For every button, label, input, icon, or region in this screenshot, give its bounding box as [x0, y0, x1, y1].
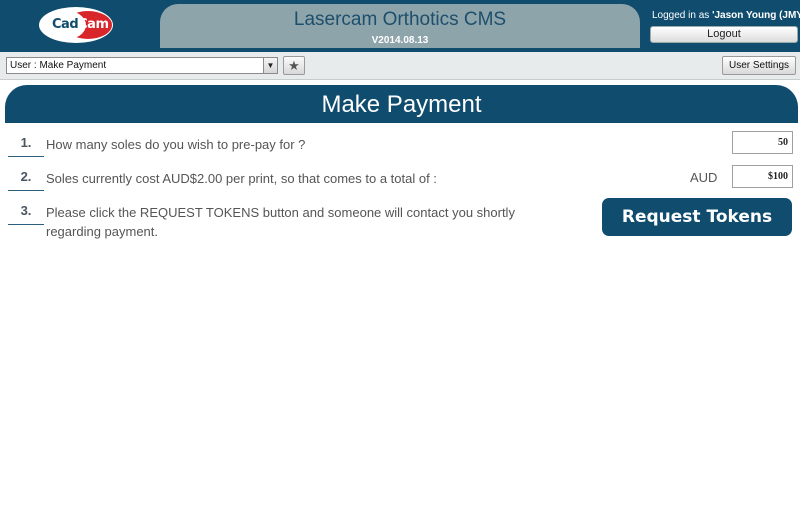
step-number: 1.: [8, 135, 44, 157]
favorite-button[interactable]: ★: [283, 56, 305, 75]
page-select[interactable]: User : Make Payment ▼: [6, 57, 278, 74]
panel-header: Make Payment: [5, 85, 798, 123]
login-status: Logged in as 'Jason Young (JMY)': [652, 10, 800, 21]
request-tokens-button[interactable]: Request Tokens: [602, 198, 792, 236]
star-icon: ★: [288, 58, 300, 73]
app-title-tab: Lasercam Orthotics CMS V2014.08.13: [160, 4, 640, 48]
page-select-value: User : Make Payment: [10, 60, 107, 71]
logo-wordmark: CadCam: [52, 17, 109, 32]
quantity-input[interactable]: 50: [732, 131, 793, 154]
step-text: How many soles do you wish to pre-pay fo…: [46, 137, 306, 152]
logout-button[interactable]: Logout: [650, 26, 798, 43]
app-title: Lasercam Orthotics CMS: [293, 9, 507, 30]
login-prefix: Logged in as: [652, 10, 713, 21]
step-number: 3.: [8, 203, 44, 225]
user-settings-button[interactable]: User Settings: [722, 56, 796, 75]
chevron-down-icon[interactable]: ▼: [263, 58, 277, 73]
app-version: V2014.08.13: [371, 35, 429, 46]
currency-label: AUD: [690, 170, 718, 185]
total-field: $100: [732, 165, 793, 188]
step-text: Soles currently cost AUD$2.00 per print,…: [46, 171, 437, 186]
logo-text-cam: Cam: [78, 17, 109, 32]
toolbar: User : Make Payment ▼ ★ User Settings: [0, 52, 800, 80]
step-number: 2.: [8, 169, 44, 191]
page-title: Make Payment: [321, 91, 482, 118]
app-header: CadCam Lasercam Orthotics CMS V2014.08.1…: [0, 0, 800, 52]
step-text: Please click the REQUEST TOKENS button a…: [46, 205, 515, 239]
cadcam-logo: CadCam: [38, 6, 114, 44]
logo-text-cad: Cad: [52, 17, 79, 32]
login-user: 'Jason Young (JMY)': [712, 10, 800, 21]
